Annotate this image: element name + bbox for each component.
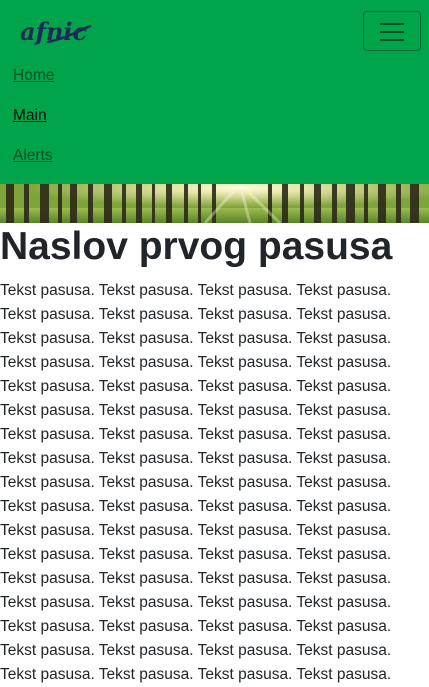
hero-banner-image: [0, 184, 429, 223]
hamburger-menu-icon: [380, 23, 404, 25]
nav-link-home[interactable]: Home: [13, 66, 54, 86]
brand-logo[interactable]: afnic: [18, 12, 98, 52]
section-paragraph: Tekst pasusa. Tekst pasusa. Tekst pasusa…: [0, 282, 392, 683]
hamburger-menu-icon-bar: [380, 39, 404, 41]
navbar: afnic Home Main Alerts: [0, 0, 429, 184]
section-heading: Naslov prvog pasusa: [0, 225, 393, 268]
nav-link-alerts[interactable]: Alerts: [13, 146, 53, 166]
hamburger-menu-icon-bar: [380, 31, 404, 33]
main-content: Naslov prvog pasusa Tekst pasusa. Tekst …: [0, 223, 429, 687]
forest-sunlight-image: [0, 184, 429, 223]
afnic-logo-icon: afnic: [20, 17, 92, 46]
navbar-toggler-button[interactable]: [363, 11, 421, 51]
nav-link-main[interactable]: Main: [13, 106, 47, 126]
